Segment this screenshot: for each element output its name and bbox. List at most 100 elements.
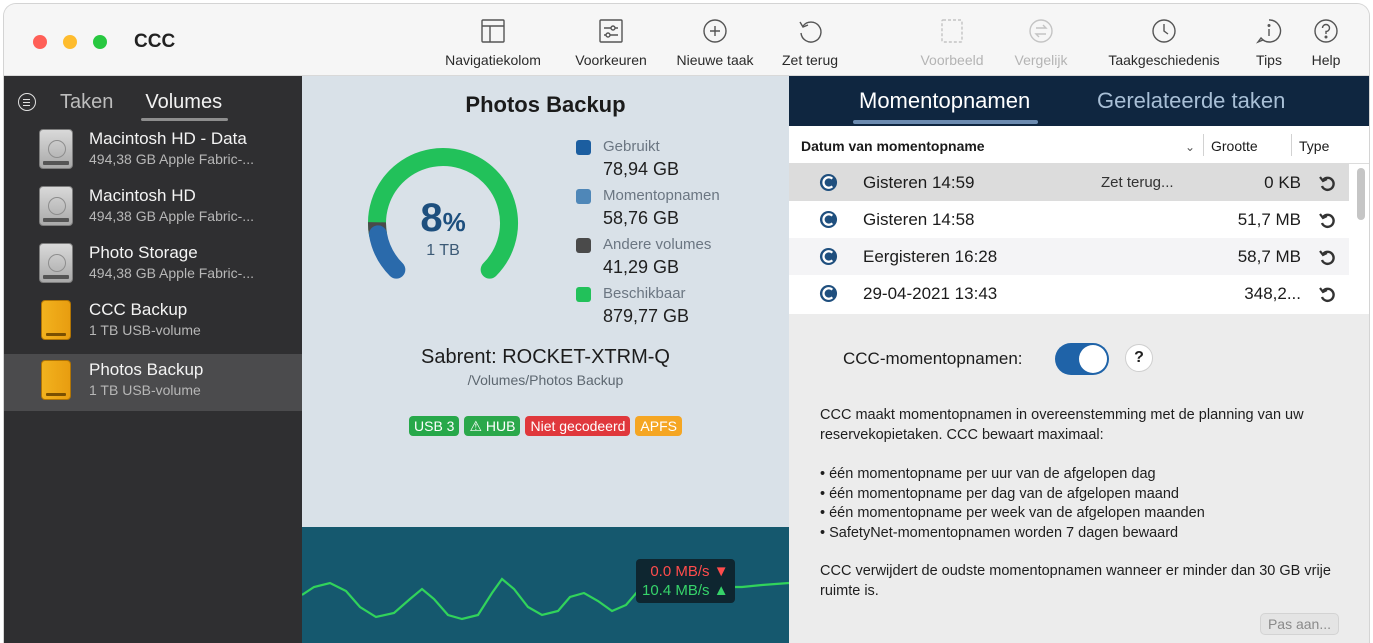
volume-subtitle: 494,38 GB Apple Fabric-... <box>89 151 254 167</box>
speed-readout: 0.0 MB/s ▼ 10.4 MB/s ▲ <box>636 559 735 603</box>
sidebar-volume-photo-storage[interactable]: Photo Storage 494,38 GB Apple Fabric-... <box>4 237 302 294</box>
legend-snapshots-swatch <box>576 189 591 204</box>
sidebar-volume-macintosh-hd-data[interactable]: Macintosh HD - Data 494,38 GB Apple Fabr… <box>4 123 302 180</box>
info-bullets: • één momentopname per uur van de afgelo… <box>820 466 1205 541</box>
snapshots-table: Datum van momentopname ⌄ Grootte Type Gi… <box>789 126 1369 314</box>
restore-type-icon <box>1319 213 1335 229</box>
preview-icon <box>941 19 963 43</box>
throughput-graph: 0.0 MB/s ▼ 10.4 MB/s ▲ <box>301 527 790 643</box>
badge-apfs: APFS <box>635 416 682 436</box>
volume-name: Photos Backup <box>89 360 204 379</box>
snapshot-icon <box>819 210 838 229</box>
right-panel-tabs: Momentopnamen Gerelateerde taken <box>789 76 1369 126</box>
toolbar-preview-button[interactable]: Voorbeeld <box>910 14 994 72</box>
toolbar-navigation-button[interactable]: Navigatiekolom <box>434 14 552 72</box>
sidebar-volume-macintosh-hd[interactable]: Macintosh HD 494,38 GB Apple Fabric-... <box>4 180 302 237</box>
app-window: CCC Navigatiekolom Voorkeuren Nieuwe taa… <box>4 4 1369 643</box>
external-disk-icon <box>39 360 73 400</box>
volume-name: Photo Storage <box>89 243 198 262</box>
write-speed: 10.4 MB/s ▲ <box>642 582 729 599</box>
toolbar-new-task-label: Nieuwe taak <box>676 52 754 68</box>
toolbar-history-button[interactable]: Taakgeschiedenis <box>1100 14 1228 72</box>
sidebar-volume-photos-backup[interactable]: Photos Backup 1 TB USB-volume <box>4 354 302 411</box>
snapshot-settings: CCC-momentopnamen: ? CCC maakt momentopn… <box>789 314 1369 643</box>
column-size[interactable]: Grootte <box>1211 138 1258 154</box>
zoom-window-button[interactable] <box>93 35 107 49</box>
tab-volumes[interactable]: Volumes <box>141 91 228 121</box>
restore-icon <box>799 21 822 43</box>
tab-tasks[interactable]: Taken <box>60 91 113 114</box>
legend-available-swatch <box>576 287 591 302</box>
table-row[interactable]: Gisteren 14:58 51,7 MB <box>789 201 1349 238</box>
snapshot-icon <box>819 284 838 303</box>
toolbar-help-label: Help <box>1311 52 1341 68</box>
toolbar-compare-button[interactable]: Vergelijk <box>1004 14 1078 72</box>
toolbar: CCC Navigatiekolom Voorkeuren Nieuwe taa… <box>4 4 1369 76</box>
app-title: CCC <box>134 31 176 52</box>
volume-title: Photos Backup <box>465 92 626 117</box>
toolbar-tips-button[interactable]: Tips <box>1248 14 1290 72</box>
sidebar-tabs: Taken Volumes <box>18 86 228 121</box>
info-intro: CCC maakt momentopnamen in overeenstemmi… <box>820 407 1304 443</box>
table-header: Datum van momentopname ⌄ Grootte Type <box>789 126 1369 164</box>
help-icon <box>1314 19 1338 43</box>
table-scrollbar[interactable] <box>1357 168 1365 220</box>
toolbar-tips-label: Tips <box>1256 52 1282 68</box>
volume-subtitle: 494,38 GB Apple Fabric-... <box>89 265 254 281</box>
volume-subtitle: 1 TB USB-volume <box>89 382 201 398</box>
column-type[interactable]: Type <box>1299 138 1329 154</box>
tips-icon <box>1255 19 1282 44</box>
close-window-button[interactable] <box>33 35 47 49</box>
tab-snapshots[interactable]: Momentopnamen <box>852 88 1039 124</box>
badge-not-encrypted: Niet gecodeerd <box>525 416 631 436</box>
clock-icon <box>1152 19 1176 43</box>
internal-disk-icon <box>39 186 73 226</box>
info-footer: CCC verwijdert de oudste momentopnamen w… <box>820 563 1331 599</box>
minimize-window-button[interactable] <box>63 35 77 49</box>
legend-used-swatch <box>576 140 591 155</box>
restore-type-icon <box>1319 176 1335 192</box>
restore-type-icon <box>1319 250 1335 266</box>
snapshot-icon <box>819 247 838 266</box>
tab-related-tasks[interactable]: Gerelateerde taken <box>1097 88 1285 114</box>
snapshots-switch-label: CCC-momentopnamen: <box>843 349 1023 368</box>
chevron-down-icon[interactable]: ⌄ <box>1185 140 1195 154</box>
volume-path: /Volumes/Photos Backup <box>467 372 624 388</box>
read-speed: 0.0 MB/s ▼ <box>650 563 729 580</box>
toolbar-compare-label: Vergelijk <box>1014 52 1068 68</box>
toolbar-navigation-label: Navigatiekolom <box>445 52 541 68</box>
restore-link[interactable]: Zet terug... <box>1101 174 1174 191</box>
toolbar-help-button[interactable]: Help <box>1302 14 1350 72</box>
column-date[interactable]: Datum van momentopname <box>801 138 985 154</box>
snapshots-toggle[interactable] <box>1055 343 1109 375</box>
sliders-icon <box>599 19 623 43</box>
volume-name: Macintosh HD <box>89 186 196 205</box>
volume-subtitle: 494,38 GB Apple Fabric-... <box>89 208 254 224</box>
external-disk-icon <box>39 300 73 340</box>
usage-percent: 8% <box>420 196 466 240</box>
table-row[interactable]: Eergisteren 16:28 58,7 MB <box>789 238 1349 275</box>
list-menu-icon[interactable] <box>18 93 36 111</box>
adjust-button[interactable]: Pas aan... <box>1259 613 1339 635</box>
device-name: Sabrent: ROCKET-XTRM-Q <box>421 346 670 368</box>
table-row[interactable]: 29-04-2021 13:43 348,2... <box>789 275 1349 312</box>
sidebar-volume-ccc-backup[interactable]: CCC Backup 1 TB USB-volume <box>4 294 302 351</box>
toolbar-preferences-button[interactable]: Voorkeuren <box>565 14 657 72</box>
internal-disk-icon <box>39 129 73 169</box>
table-row[interactable]: Gisteren 14:59 Zet terug... 0 KB <box>789 164 1349 201</box>
snapshot-icon <box>819 173 838 192</box>
toolbar-restore-label: Zet terug <box>781 52 839 68</box>
plus-circle-icon <box>703 19 727 43</box>
badge-hub: ⚠ HUB <box>464 416 521 436</box>
toggle-knob <box>1079 345 1107 373</box>
sidebar-icon <box>481 19 505 43</box>
toolbar-new-task-button[interactable]: Nieuwe taak <box>668 14 762 72</box>
snapshots-help-button[interactable]: ? <box>1125 344 1153 372</box>
toolbar-restore-button[interactable]: Zet terug <box>774 14 846 72</box>
volume-details-panel: Photos Backup 8% 1 TB Gebruikt 78,94 GB … <box>301 76 790 643</box>
toolbar-preferences-label: Voorkeuren <box>575 52 647 68</box>
toolbar-history-label: Taakgeschiedenis <box>1108 52 1220 68</box>
legend-other-swatch <box>576 238 591 253</box>
compare-icon <box>1029 19 1053 43</box>
volume-name: Macintosh HD - Data <box>89 129 247 148</box>
